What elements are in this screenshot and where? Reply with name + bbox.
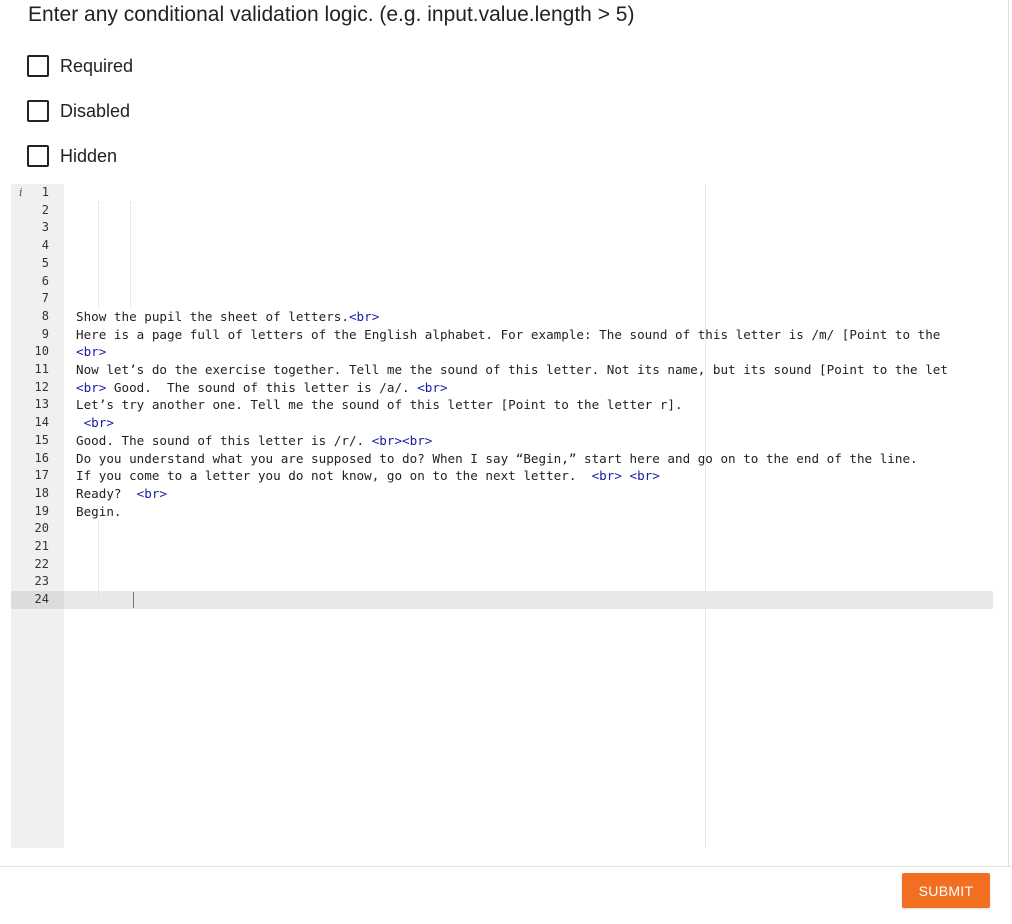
line-number-gutter: i 1 2 3 4 5 6 7 8 9 10 11 12 13 14 15 16 17 18 19 20 21 22 23 2… <box>11 184 64 848</box>
line-number: 16 <box>34 450 49 465</box>
code-text: Ready? <box>76 485 137 501</box>
indent-guide <box>98 520 99 597</box>
panel-border <box>1008 0 1009 866</box>
code-line[interactable]: Ready? <br> <box>76 485 167 503</box>
indent-guide <box>98 201 99 308</box>
line-number: 21 <box>34 539 49 553</box>
line-number: 10 <box>34 344 49 359</box>
code-editor[interactable]: i 1 2 3 4 5 6 7 8 9 10 11 12 13 14 15 16 17 18 19 20 21 22 23 2… <box>11 184 993 848</box>
code-text: Begin. <box>76 503 122 519</box>
line-number: 19 <box>34 503 49 518</box>
line-number: 11 <box>34 362 49 376</box>
code-line[interactable]: Let’s try another one. Tell me the sound… <box>76 396 683 414</box>
line-number: 20 <box>34 521 49 536</box>
line-number: 3 <box>41 220 49 235</box>
line-number: 2 <box>41 202 49 217</box>
code-tag: <br> <box>76 344 107 360</box>
code-tag: <br> <box>76 379 107 395</box>
required-option[interactable]: Required <box>27 54 133 78</box>
code-text: Do you understand what you are supposed … <box>76 450 918 466</box>
line-number: 6 <box>41 273 49 288</box>
line-number: 12 <box>34 379 49 394</box>
code-line[interactable]: Good. The sound of this letter is /r/. <… <box>76 432 432 450</box>
text-cursor <box>133 592 134 609</box>
line-number: 7 <box>41 291 49 306</box>
code-tag: <br><br> <box>371 432 433 448</box>
code-text: Good. The sound of this letter is /r/. <box>76 432 372 448</box>
code-text: Show the pupil the sheet of letters. <box>76 308 349 324</box>
active-line-highlight <box>11 591 993 609</box>
line-number: 23 <box>34 574 49 589</box>
code-text: If you come to a letter you do not know,… <box>76 468 592 484</box>
code-tag: <br> <box>136 485 168 501</box>
line-number: 5 <box>41 255 49 270</box>
hidden-checkbox[interactable] <box>27 145 49 167</box>
line-number: 9 <box>41 326 49 341</box>
code-text: Good. The sound of this letter is /a/. <box>106 379 418 395</box>
footer-divider <box>0 866 1012 867</box>
code-line[interactable]: Begin. <box>76 503 122 521</box>
line-number: 18 <box>34 485 49 500</box>
print-margin <box>705 184 706 848</box>
disabled-checkbox[interactable] <box>27 100 49 122</box>
line-number: 15 <box>34 432 49 447</box>
line-number: 13 <box>34 397 49 412</box>
hidden-label: Hidden <box>60 145 118 166</box>
line-number: 24 <box>34 592 49 607</box>
code-tag: <br> <br> <box>591 468 660 484</box>
form-page: Enter any conditional validation logic. … <box>0 0 1012 924</box>
code-text: Here is a page full of letters of the En… <box>76 326 948 342</box>
disabled-label: Disabled <box>60 100 131 121</box>
code-line[interactable]: <br> <box>76 343 106 361</box>
code-text: Now let’s do the exercise together. Tell… <box>76 362 948 377</box>
indent-guide <box>130 201 131 308</box>
line-number: 14 <box>34 415 49 430</box>
line-number: 8 <box>41 308 49 323</box>
disabled-option[interactable]: Disabled <box>27 99 130 123</box>
code-line[interactable]: <br> Good. The sound of this letter is /… <box>76 379 448 397</box>
line-number: 1 <box>41 185 49 199</box>
required-label: Required <box>60 55 134 76</box>
code-tag: <br> <box>83 415 114 431</box>
code-line[interactable]: Here is a page full of letters of the En… <box>76 326 948 344</box>
line-number: 17 <box>34 468 49 483</box>
code-line[interactable]: Do you understand what you are supposed … <box>76 450 918 468</box>
code-line[interactable]: <br> <box>76 414 114 432</box>
validation-hint: Enter any conditional validation logic. … <box>28 3 635 26</box>
code-tag: <br> <box>348 308 380 324</box>
required-checkbox[interactable] <box>27 55 49 77</box>
line-number: 22 <box>34 556 49 571</box>
code-text: Let’s try another one. Tell me the sound… <box>76 397 683 413</box>
code-line[interactable]: Show the pupil the sheet of letters.<br> <box>76 308 379 326</box>
code-tag: <br> <box>417 379 448 395</box>
submit-button[interactable]: SUBMIT <box>902 873 990 908</box>
line-number: 4 <box>41 238 49 253</box>
code-line[interactable]: If you come to a letter you do not know,… <box>76 467 660 485</box>
code-line[interactable]: Now let’s do the exercise together. Tell… <box>76 361 948 379</box>
hidden-option[interactable]: Hidden <box>27 144 117 168</box>
